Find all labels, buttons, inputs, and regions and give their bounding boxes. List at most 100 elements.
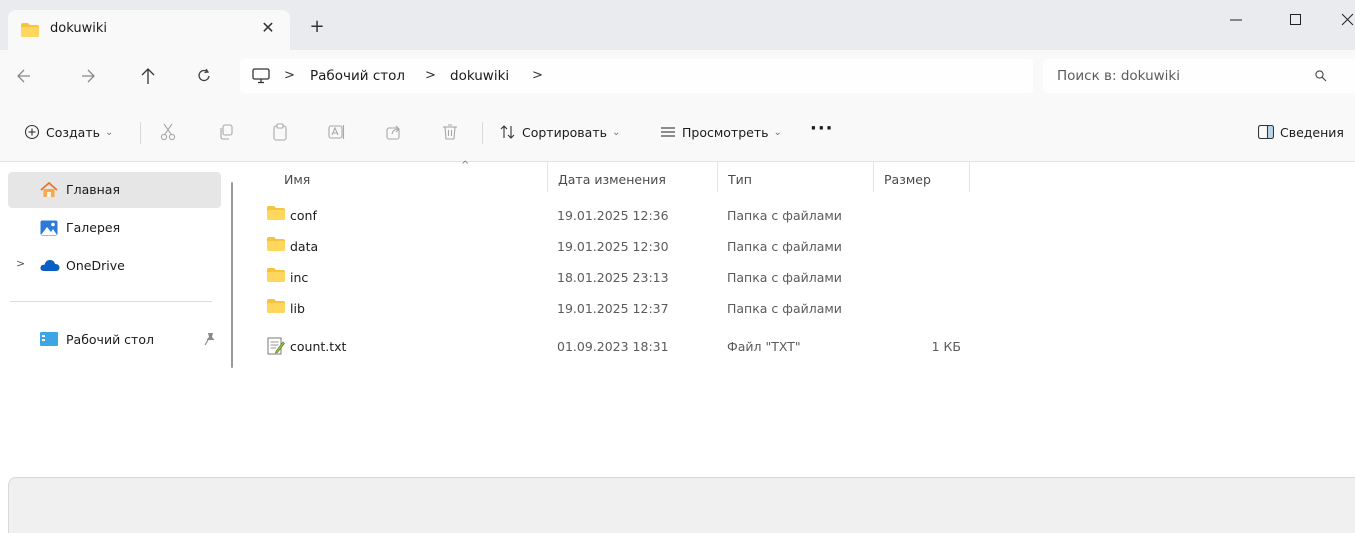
view-label: Просмотреть [682, 124, 769, 140]
copy-icon [220, 124, 233, 140]
up-button[interactable] [136, 64, 160, 88]
table-row[interactable]: count.txt 01.09.2023 18:31 Файл "TXT" 1 … [243, 332, 1355, 362]
file-type: Папка с файлами [727, 208, 842, 223]
column-divider[interactable] [873, 162, 874, 192]
onedrive-icon [40, 258, 60, 275]
file-name: count.txt [290, 339, 347, 354]
search-box[interactable]: Поиск в: dokuwiki [1043, 59, 1355, 93]
file-name: conf [290, 208, 317, 223]
breadcrumb-separator[interactable]: > [284, 68, 295, 83]
share-button[interactable] [386, 102, 408, 162]
file-list: ^ Имя Дата изменения Тип Размер conf 19.… [243, 160, 1355, 371]
folder-icon [267, 268, 285, 285]
column-header-name[interactable]: Имя [284, 162, 310, 192]
search-icon[interactable] [1315, 70, 1327, 85]
maximize-button[interactable] [1276, 6, 1316, 34]
search-input[interactable]: Поиск в: dokuwiki [1057, 68, 1180, 84]
breadcrumb-separator[interactable]: > [425, 68, 436, 83]
file-date: 19.01.2025 12:37 [557, 301, 669, 316]
file-date: 01.09.2023 18:31 [557, 339, 669, 354]
share-icon [386, 125, 400, 140]
sidebar-item-home[interactable]: Главная [8, 172, 221, 208]
sidebar-item-label: Галерея [66, 220, 121, 235]
back-button[interactable] [12, 64, 36, 88]
details-button[interactable]: Сведения [1258, 102, 1344, 162]
sidebar-item-onedrive[interactable]: > OneDrive [8, 248, 221, 284]
column-header-size[interactable]: Размер [884, 162, 931, 192]
command-bar: Создать ⌄ Сортировать ⌄ Просмотреть ⌄ ··… [0, 102, 1355, 162]
table-row[interactable]: conf 19.01.2025 12:36 Папка с файлами [243, 201, 1355, 231]
file-date: 18.01.2025 23:13 [557, 270, 669, 285]
file-name: lib [290, 301, 305, 316]
sort-label: Сортировать [522, 124, 607, 140]
file-type: Папка с файлами [727, 301, 842, 316]
chevron-right-icon[interactable]: > [16, 257, 25, 270]
new-button[interactable]: Создать ⌄ [24, 102, 113, 162]
forward-button[interactable] [76, 64, 100, 88]
sort-button[interactable]: Сортировать ⌄ [500, 102, 620, 162]
gallery-icon [40, 220, 58, 239]
close-tab-icon[interactable]: ✕ [258, 18, 278, 37]
home-icon [40, 181, 58, 201]
more-options-button[interactable]: ··· [810, 118, 834, 139]
sidebar-scrollbar[interactable] [231, 182, 233, 368]
new-tab-button[interactable]: + [306, 17, 328, 37]
sidebar-divider [10, 301, 212, 302]
rename-icon [328, 125, 345, 139]
pin-icon[interactable] [204, 332, 216, 349]
plus-circle-icon [24, 124, 40, 140]
cut-button[interactable] [160, 102, 182, 162]
file-name: data [290, 239, 319, 254]
address-bar[interactable]: > Рабочий стол > dokuwiki > [240, 59, 1033, 93]
file-date: 19.01.2025 12:30 [557, 239, 669, 254]
rename-button[interactable] [328, 102, 352, 162]
table-row[interactable]: inc 18.01.2025 23:13 Папка с файлами [243, 263, 1355, 293]
folder-icon [21, 23, 39, 40]
address-row: > Рабочий стол > dokuwiki > Поиск в: dok… [0, 50, 1355, 102]
sidebar-item-gallery[interactable]: Галерея [8, 210, 221, 246]
sidebar-item-label: OneDrive [66, 258, 125, 273]
desktop-icon [40, 332, 58, 349]
table-row[interactable]: lib 19.01.2025 12:37 Папка с файлами [243, 294, 1355, 324]
title-bar: dokuwiki ✕ + [0, 0, 1355, 50]
file-type: Папка с файлами [727, 239, 842, 254]
table-row[interactable]: data 19.01.2025 12:30 Папка с файлами [243, 232, 1355, 262]
toolbar-divider [140, 122, 141, 144]
chevron-down-icon: ⌄ [773, 126, 782, 138]
file-size: 1 КБ [931, 339, 961, 354]
breadcrumb-desktop[interactable]: Рабочий стол [310, 68, 405, 84]
column-divider[interactable] [547, 162, 548, 192]
close-window-button[interactable] [1328, 6, 1355, 34]
main-area: Главная Галерея > OneDrive Рабочий стол [0, 160, 1355, 371]
folder-icon [267, 206, 285, 223]
refresh-button[interactable] [192, 64, 216, 88]
new-label: Создать [46, 124, 100, 140]
column-header-date[interactable]: Дата изменения [558, 162, 666, 192]
navigation-pane: Главная Галерея > OneDrive Рабочий стол [0, 162, 240, 371]
trash-icon [443, 124, 457, 140]
file-date: 19.01.2025 12:36 [557, 208, 669, 223]
file-name: inc [290, 270, 309, 285]
view-list-icon [661, 127, 675, 137]
column-divider[interactable] [717, 162, 718, 192]
column-header-type[interactable]: Тип [728, 162, 752, 192]
breadcrumb-separator[interactable]: > [532, 68, 543, 83]
details-label: Сведения [1280, 124, 1344, 140]
chevron-down-icon: ⌄ [104, 126, 114, 138]
sort-icon [500, 125, 515, 139]
breadcrumb-dokuwiki[interactable]: dokuwiki [450, 68, 509, 84]
copy-button[interactable] [218, 102, 240, 162]
paste-button[interactable] [272, 102, 294, 162]
sort-ascending-icon: ^ [461, 160, 470, 171]
delete-button[interactable] [442, 102, 464, 162]
minimize-button[interactable] [1216, 6, 1256, 34]
column-divider[interactable] [969, 162, 970, 192]
computer-icon [252, 68, 270, 87]
sidebar-item-label: Главная [66, 182, 120, 197]
sidebar-item-desktop[interactable]: Рабочий стол [8, 322, 221, 358]
file-type: Папка с файлами [727, 270, 842, 285]
tab-dokuwiki[interactable]: dokuwiki ✕ [8, 10, 290, 50]
folder-icon [267, 299, 285, 316]
view-button[interactable]: Просмотреть ⌄ [660, 102, 782, 162]
bottom-panel [8, 477, 1355, 533]
